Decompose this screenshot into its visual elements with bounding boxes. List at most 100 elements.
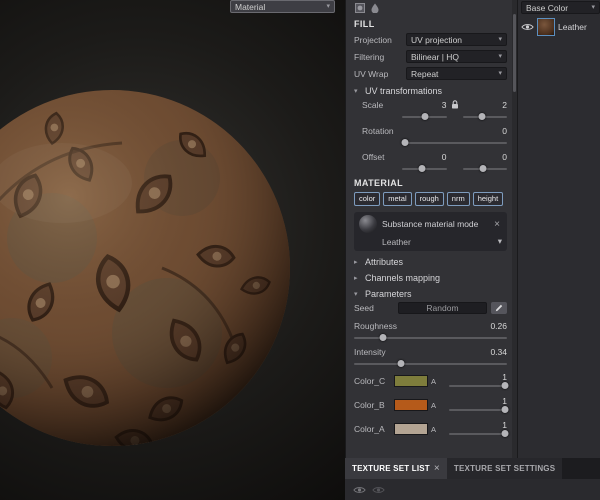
layer-thumbnail[interactable] — [537, 18, 555, 36]
color-c-alpha-value[interactable]: 1 — [449, 372, 507, 382]
material-sphere-thumbnail — [359, 215, 377, 233]
channel-chip-metal[interactable]: metal — [383, 192, 412, 206]
color-a-alpha-label: A — [431, 424, 437, 434]
roughness-slider[interactable] — [354, 333, 507, 342]
color-c-label: Color_C — [354, 376, 386, 386]
channel-view-select[interactable]: Base Color ▾ — [521, 1, 600, 14]
tab-texture-set-settings-label: TEXTURE SET SETTINGS — [453, 464, 556, 473]
color-a-label: Color_A — [354, 424, 385, 434]
uv-wrap-select[interactable]: Repeat ▾ — [406, 67, 507, 80]
roughness-value[interactable]: 0.26 — [397, 321, 507, 331]
tab-texture-set-list[interactable]: TEXTURE SET LIST × — [345, 458, 447, 479]
intensity-label: Intensity — [354, 346, 386, 357]
offset-y-value[interactable]: 0 — [463, 152, 507, 162]
channel-chip-height[interactable]: height — [472, 192, 504, 206]
color-c-alpha-slider-handle[interactable] — [501, 382, 509, 389]
projection-row: Projection UV projection ▾ — [354, 33, 507, 46]
color-a-alpha-value[interactable]: 1 — [449, 420, 507, 430]
color-b-swatch[interactable] — [394, 399, 428, 411]
filtering-select[interactable]: Bilinear | HQ ▾ — [406, 50, 507, 63]
color-b-alpha-value[interactable]: 1 — [449, 396, 507, 406]
scale-x-slider[interactable] — [402, 112, 447, 121]
scale-y-value[interactable]: 2 — [463, 100, 507, 110]
properties-header-icons — [354, 1, 507, 14]
3d-viewport[interactable] — [0, 0, 345, 500]
roughness-label: Roughness — [354, 320, 398, 331]
pencil-icon — [495, 304, 503, 312]
projection-select[interactable]: UV projection ▾ — [406, 33, 507, 46]
rotation-value[interactable]: 0 — [402, 126, 507, 136]
material-mode-icon[interactable] — [369, 2, 380, 13]
roughness-slider-handle[interactable] — [379, 334, 387, 341]
chevron-down-icon: ▾ — [497, 236, 502, 246]
viewport-display-mode-select[interactable]: Material ▾ — [230, 0, 335, 13]
rotation-slider-handle[interactable] — [401, 139, 409, 146]
color-c-alpha-label: A — [431, 376, 437, 386]
offset-x-slider-handle[interactable] — [418, 165, 426, 172]
channel-view-value: Base Color — [526, 2, 569, 13]
scale-x-value[interactable]: 3 — [402, 100, 447, 110]
intensity-slider-handle[interactable] — [397, 360, 405, 367]
parameters-fold[interactable]: ▾ Parameters — [354, 289, 507, 299]
intensity-slider[interactable] — [354, 359, 507, 368]
hide-all-eye-icon[interactable] — [372, 481, 385, 499]
color-b-alpha-slider-handle[interactable] — [501, 406, 509, 413]
tab-texture-set-settings[interactable]: TEXTURE SET SETTINGS — [446, 458, 563, 479]
offset-x-value[interactable]: 0 — [402, 152, 447, 162]
projection-label: Projection — [354, 34, 392, 45]
material-section-title: MATERIAL — [354, 178, 404, 188]
color-a-alpha-slider-handle[interactable] — [501, 430, 509, 437]
layers-panel: Base Color ▾ Leather — [517, 0, 600, 458]
show-all-eye-icon[interactable] — [353, 481, 366, 499]
material-name-select[interactable]: Leather ▾ — [382, 236, 502, 247]
offset-x-slider[interactable] — [402, 164, 447, 173]
scale-y-slider[interactable] — [462, 112, 507, 121]
roughness-row: Roughness 0.26 — [354, 320, 507, 331]
filtering-value: Bilinear | HQ — [411, 51, 460, 62]
material-preview-sphere[interactable] — [0, 88, 292, 448]
chevron-down-icon: ▾ — [326, 3, 330, 10]
scale-y-slider-handle[interactable] — [478, 113, 486, 120]
texture-set-list-toolbar — [345, 479, 600, 500]
rotation-row: Rotation 0 — [362, 125, 507, 136]
chevron-down-icon: ▾ — [498, 36, 502, 43]
scale-label: Scale — [362, 99, 384, 110]
channels-mapping-fold[interactable]: ▸ Channels mapping — [354, 273, 507, 283]
properties-scrollbar-thumb[interactable] — [513, 14, 516, 92]
chevron-right-icon: ▸ — [354, 275, 358, 282]
attributes-fold[interactable]: ▸ Attributes — [354, 257, 507, 267]
layer-row-leather[interactable]: Leather — [521, 18, 600, 36]
uv-transformations-title: UV transformations — [365, 86, 443, 96]
offset-y-slider[interactable] — [462, 164, 507, 173]
scale-x-slider-handle[interactable] — [421, 113, 429, 120]
rotation-label: Rotation — [362, 125, 394, 136]
color-a-alpha-slider[interactable] — [449, 429, 509, 438]
intensity-value[interactable]: 0.34 — [394, 347, 507, 357]
layer-visibility-eye-icon[interactable] — [521, 18, 534, 36]
color-b-alpha-slider[interactable] — [449, 405, 509, 414]
color-c-swatch[interactable] — [394, 375, 428, 387]
close-icon[interactable]: × — [434, 463, 440, 474]
color-b-label: Color_B — [354, 400, 385, 410]
filtering-row: Filtering Bilinear | HQ ▾ — [354, 50, 507, 63]
properties-panel: FILL Projection UV projection ▾ Filterin… — [345, 0, 517, 458]
offset-values-row: Offset 0 0 — [362, 151, 507, 162]
offset-y-slider-handle[interactable] — [479, 165, 487, 172]
color-c-alpha-slider[interactable] — [449, 381, 509, 390]
seed-row: Seed Random — [354, 302, 507, 314]
tab-texture-set-list-label: TEXTURE SET LIST — [352, 464, 430, 473]
seed-random-button[interactable]: Random — [398, 302, 487, 314]
color-a-swatch[interactable] — [394, 423, 428, 435]
channel-chip-rough[interactable]: rough — [414, 192, 444, 206]
uv-wrap-value: Repeat — [411, 68, 439, 79]
close-icon[interactable]: × — [492, 219, 502, 230]
scale-lock-icon[interactable] — [447, 100, 463, 109]
channel-chips: color metal rough nrm height — [354, 192, 507, 206]
fill-layer-icon[interactable] — [354, 2, 365, 13]
chevron-down-icon: ▾ — [498, 53, 502, 60]
rotation-slider[interactable] — [401, 138, 507, 147]
channel-chip-color[interactable]: color — [354, 192, 381, 206]
seed-edit-button[interactable] — [491, 302, 507, 314]
channel-chip-nrm[interactable]: nrm — [446, 192, 470, 206]
uv-transformations-fold[interactable]: ▾ UV transformations — [354, 86, 507, 96]
